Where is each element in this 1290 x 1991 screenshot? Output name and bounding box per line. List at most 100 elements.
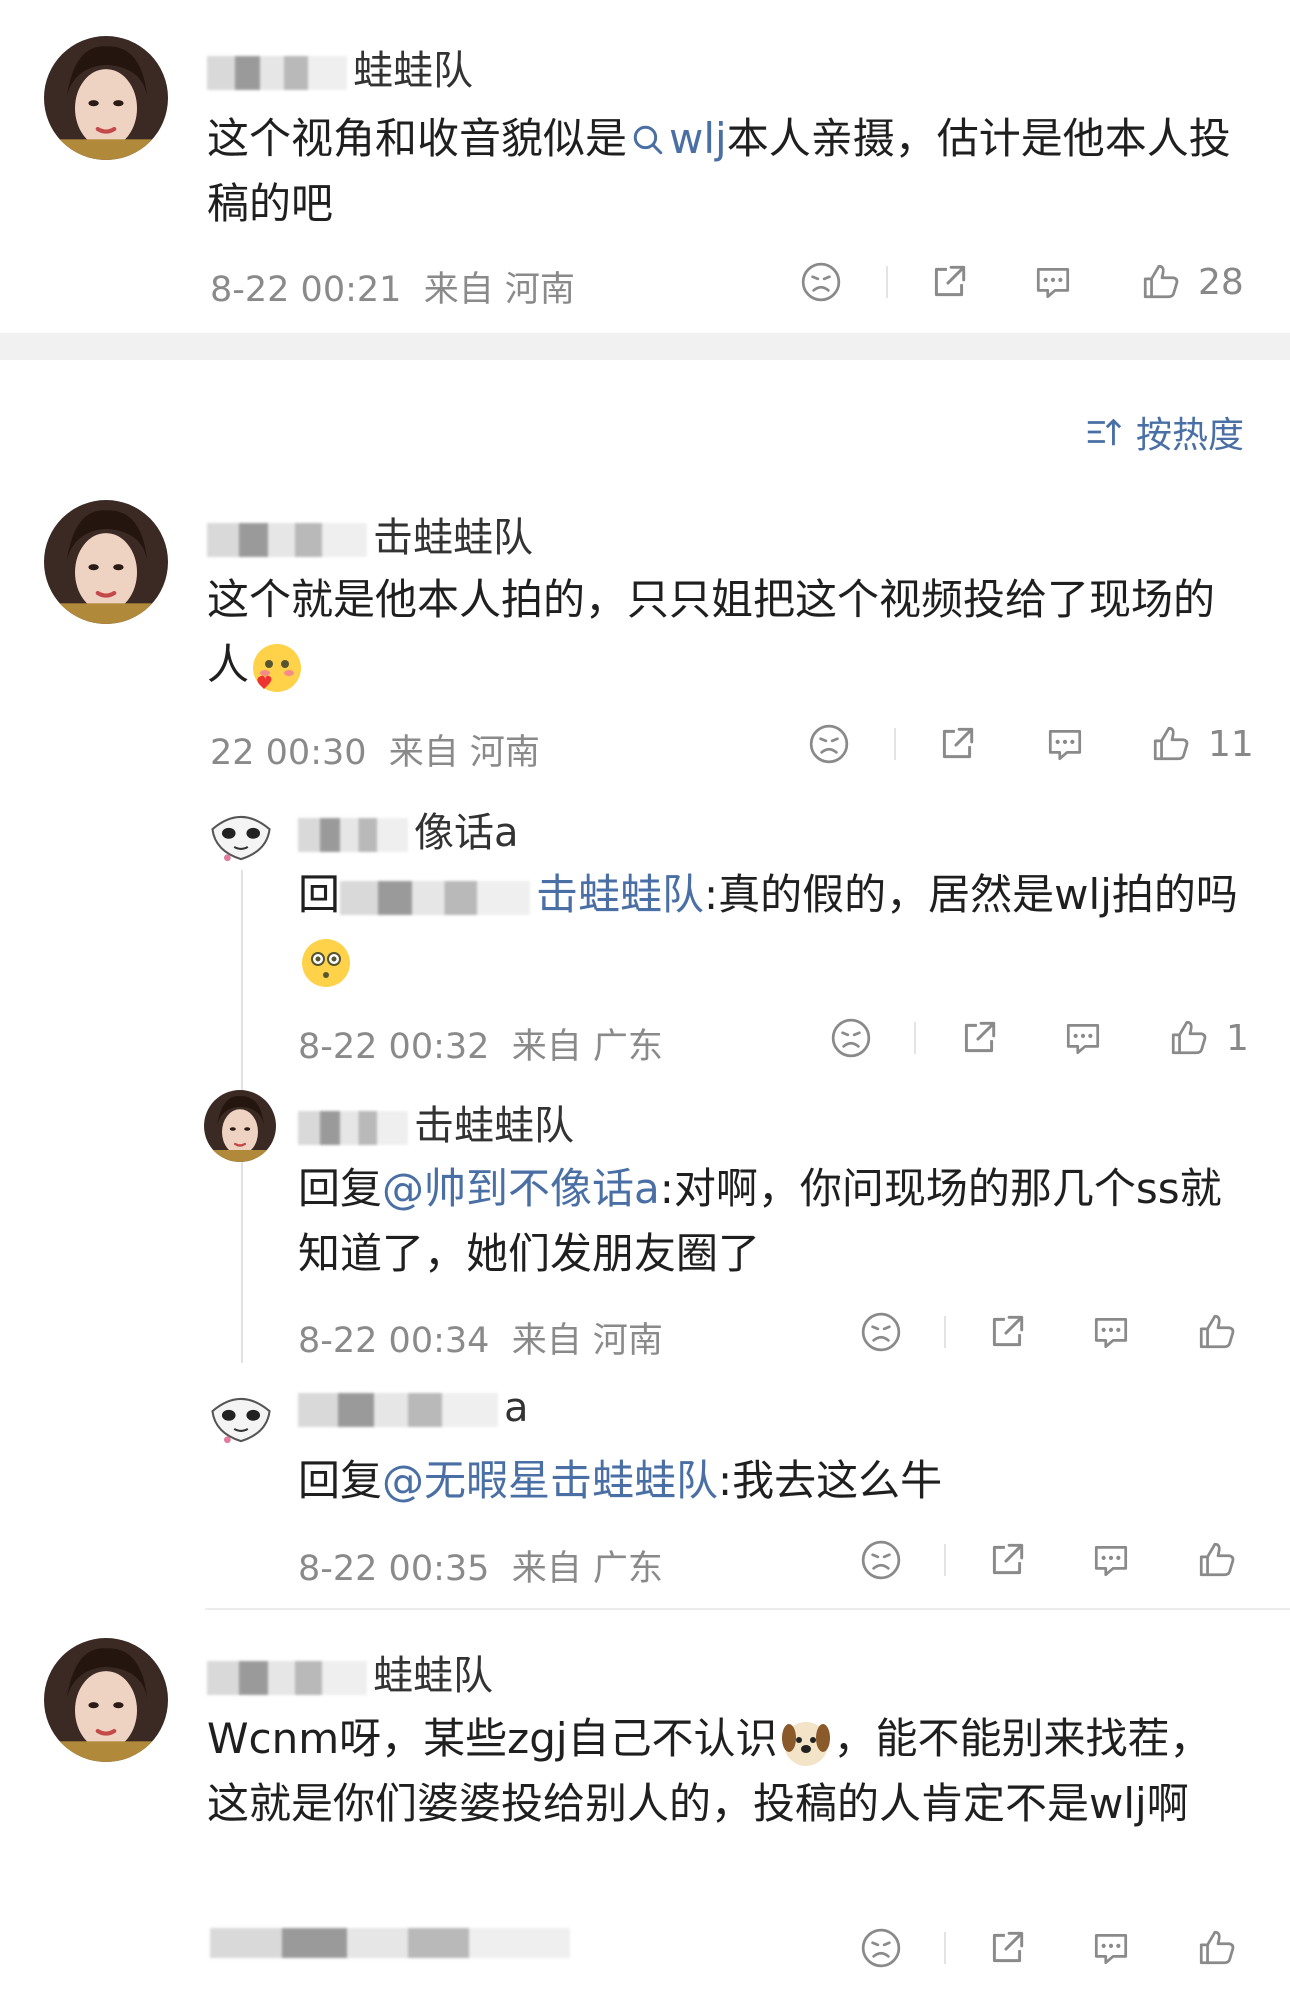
like-button[interactable]: [1196, 1308, 1238, 1356]
avatar[interactable]: [207, 802, 275, 870]
sort-label: 按热度: [1135, 415, 1244, 456]
comment-meta: 8-22 00:32 来自 广东: [298, 1027, 663, 1067]
like-button[interactable]: [1196, 1924, 1238, 1972]
avatar[interactable]: [44, 36, 168, 160]
action-bar: 28: [800, 258, 1250, 306]
avatar[interactable]: [44, 1638, 168, 1762]
thumbs-up-icon: [1150, 723, 1192, 765]
action-bar: [860, 1308, 1260, 1356]
comment-meta: 8-22 00:34 来自 河南: [298, 1321, 663, 1361]
like-button[interactable]: [1196, 1536, 1238, 1584]
thumbs-up-icon: [1140, 261, 1182, 303]
avatar[interactable]: [204, 1090, 276, 1162]
username[interactable]: a: [298, 1385, 529, 1431]
action-bar: [860, 1536, 1260, 1584]
comment-text: 这个就是他本人拍的，只只姐把这个视频投给了现场的人: [207, 567, 1237, 697]
action-divider: [914, 1022, 916, 1054]
reply-button[interactable]: [1090, 1924, 1132, 1972]
comment-meta: 8-22 00:21 来自 河南: [210, 270, 575, 310]
dislike-button[interactable]: [860, 1536, 902, 1584]
share-button[interactable]: [936, 720, 978, 768]
dislike-button[interactable]: [860, 1308, 902, 1356]
comment-text: 这个视角和收音貌似是 wlj本人亲摄，估计是他本人投稿的吧: [207, 114, 1231, 228]
comment-meta: 8-22 00:35 来自 广东: [298, 1549, 663, 1589]
action-bar: 11: [808, 720, 1258, 768]
like-button[interactable]: 11: [1150, 720, 1254, 768]
sad-face-icon: [800, 261, 842, 303]
sad-face-icon: [808, 723, 850, 765]
username[interactable]: 击蛙蛙队: [207, 505, 533, 563]
share-icon: [928, 261, 970, 303]
comment-bubble-icon: [1090, 1927, 1132, 1969]
username[interactable]: 蛙蛙队: [207, 38, 473, 96]
thumbs-up-icon: [1196, 1927, 1238, 1969]
comment-bubble-icon: [1090, 1539, 1132, 1581]
mention-link[interactable]: @帅到不像话a: [382, 1164, 660, 1213]
action-bar: [860, 1924, 1260, 1972]
share-button[interactable]: [928, 258, 970, 306]
mention-link[interactable]: 击蛙蛙队: [536, 870, 704, 919]
action-divider: [944, 1932, 946, 1964]
like-button[interactable]: 1: [1168, 1014, 1249, 1062]
avatar[interactable]: [207, 1384, 275, 1452]
share-button[interactable]: [986, 1536, 1028, 1584]
share-icon: [986, 1311, 1028, 1353]
sad-face-icon: [860, 1539, 902, 1581]
sort-icon: [1087, 418, 1122, 446]
comment-bubble-icon: [1032, 261, 1074, 303]
sad-face-icon: [830, 1017, 872, 1059]
topic-link[interactable]: wlj: [627, 114, 727, 163]
flushed-emoji-icon: [302, 938, 350, 987]
username[interactable]: 像话a: [298, 800, 519, 858]
sort-toggle[interactable]: 按热度: [1084, 406, 1244, 458]
comment-bubble-icon: [1044, 723, 1086, 765]
comment-bubble-icon: [1090, 1311, 1132, 1353]
comment-meta: 22 00:30 来自 河南: [210, 733, 540, 773]
action-divider: [944, 1544, 946, 1576]
reply-button[interactable]: [1062, 1014, 1104, 1062]
dislike-button[interactable]: [808, 720, 850, 768]
blush-emoji-icon: [253, 643, 302, 692]
dislike-button[interactable]: [860, 1924, 902, 1972]
comment-meta: [210, 1922, 576, 1962]
reply-button[interactable]: [1090, 1536, 1132, 1584]
comment-text: Wcnm呀，某些zgj自己不认识 ，能不能别来找茬，这就是你们婆婆投给别人的，投稿…: [207, 1714, 1212, 1828]
action-divider: [894, 728, 896, 760]
reply-text: 回击蛙蛙队:真的假的，居然是wlj拍的吗: [298, 862, 1248, 992]
dislike-button[interactable]: [800, 258, 842, 306]
dislike-button[interactable]: [830, 1014, 872, 1062]
thumbs-up-icon: [1168, 1017, 1210, 1059]
reply-button[interactable]: [1090, 1308, 1132, 1356]
action-divider: [944, 1316, 946, 1348]
sad-face-icon: [860, 1927, 902, 1969]
mention-link[interactable]: @无暇星击蛙蛙队: [382, 1456, 718, 1505]
reply-text: 回复@帅到不像话a:对啊，你问现场的那几个ss就知道了，她们发朋友圈了: [298, 1164, 1222, 1278]
like-count: 11: [1208, 723, 1254, 765]
share-button[interactable]: [958, 1014, 1000, 1062]
reply-button[interactable]: [1032, 258, 1074, 306]
like-count: 28: [1198, 261, 1244, 303]
share-icon: [986, 1539, 1028, 1581]
share-button[interactable]: [986, 1924, 1028, 1972]
section-divider: [0, 333, 1290, 360]
share-icon: [958, 1017, 1000, 1059]
share-icon: [936, 723, 978, 765]
comment-page: 蛙蛙队 这个视角和收音貌似是 wlj本人亲摄，估计是他本人投稿的吧 8-22 00…: [0, 0, 1290, 1991]
reply-button[interactable]: [1044, 720, 1086, 768]
share-button[interactable]: [986, 1308, 1028, 1356]
thumbs-up-icon: [1196, 1539, 1238, 1581]
avatar[interactable]: [44, 500, 168, 624]
username[interactable]: 蛙蛙队: [207, 1643, 493, 1701]
search-icon: [633, 125, 663, 155]
thumbs-up-icon: [1196, 1311, 1238, 1353]
comment-divider: [205, 1608, 1290, 1610]
like-button[interactable]: 28: [1140, 258, 1244, 306]
reply-text: 回复@无暇星击蛙蛙队:我去这么牛: [298, 1456, 943, 1505]
like-count: 1: [1226, 1017, 1249, 1059]
dog-emoji-icon: [781, 1721, 830, 1766]
action-bar: 1: [830, 1014, 1260, 1062]
username[interactable]: 击蛙蛙队: [298, 1093, 574, 1151]
share-icon: [986, 1927, 1028, 1969]
comment-bubble-icon: [1062, 1017, 1104, 1059]
action-divider: [886, 266, 888, 298]
